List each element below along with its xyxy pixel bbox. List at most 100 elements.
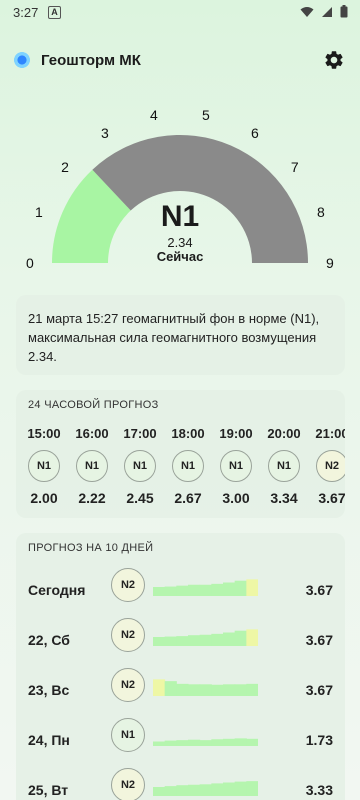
trend-bar (188, 684, 201, 696)
trend-bar (211, 583, 224, 596)
daily-row[interactable]: Сегодня N2 3.67 (16, 568, 345, 618)
trend-bar (176, 585, 189, 596)
daily-row[interactable]: 23, Вс N2 3.67 (16, 668, 345, 718)
trend-bar (199, 740, 212, 746)
daily-value: 3.67 (305, 682, 333, 698)
daily-value: 1.73 (305, 732, 333, 748)
trend-bar (188, 739, 201, 746)
trend-bar (153, 587, 166, 596)
trend-bar (188, 584, 201, 596)
gauge-scale-label: 2 (61, 158, 69, 175)
daily-value: 3.67 (305, 582, 333, 598)
hourly-time: 20:00 (267, 426, 301, 441)
daily-row[interactable]: 24, Пн N1 1.73 (16, 718, 345, 768)
hourly-level-badge: N1 (172, 450, 204, 482)
trend-bar (153, 679, 166, 696)
gauge-scale-label: 7 (290, 158, 299, 175)
trend-bar (153, 637, 166, 646)
hourly-time: 16:00 (75, 426, 109, 441)
trend-bar (246, 629, 258, 646)
app-bar: Геошторм МК (0, 44, 360, 76)
daily-level-badge: N2 (111, 568, 145, 602)
battery-icon (340, 5, 348, 18)
trend-bar (223, 738, 236, 746)
hourly-item[interactable]: 18:00 N1 2.67 (164, 426, 212, 506)
gauge-scale-label: 8 (316, 203, 325, 220)
hourly-forecast-title: 24 ЧАСОВОЙ ПРОГНОЗ (28, 399, 159, 411)
notification-a-icon: A (48, 6, 61, 19)
trend-bar (199, 684, 212, 696)
trend-bar (199, 584, 212, 596)
daily-forecast-title: ПРОГНОЗ НА 10 ДНЕЙ (28, 542, 154, 554)
daily-day: 22, Сб (28, 632, 70, 648)
hourly-item[interactable]: 21:00 N2 3.67 (308, 426, 345, 506)
hourly-forecast-card[interactable]: 24 ЧАСОВОЙ ПРОГНОЗ 15:00 N1 2.00 16:00 N1 2.2… (16, 390, 345, 518)
hourly-item[interactable]: 19:00 N1 3.00 (212, 426, 260, 506)
hourly-value: 3.67 (318, 490, 345, 506)
hourly-level-badge: N1 (220, 450, 252, 482)
daily-day: 24, Пн (28, 732, 70, 748)
hourly-time: 15:00 (27, 426, 61, 441)
navigation-bar (0, 792, 360, 800)
gauge-scale-label: 6 (251, 125, 259, 142)
gauge-level: N1 (160, 200, 200, 233)
daily-level-badge: N1 (111, 718, 145, 752)
hourly-item[interactable]: 17:00 N1 2.45 (116, 426, 164, 506)
trend-bar (164, 586, 177, 596)
gauge-scale-label: 1 (35, 203, 43, 220)
hourly-value: 2.45 (126, 490, 154, 506)
signal-icon (322, 6, 332, 17)
gauge-scale-label: 5 (202, 107, 210, 124)
trend-bar (246, 683, 258, 696)
hourly-value: 2.67 (174, 490, 202, 506)
trend-bar (164, 636, 177, 646)
trend-bar (176, 683, 189, 696)
trend-bar (211, 684, 224, 696)
trend-bar (234, 738, 247, 746)
hourly-item[interactable]: 15:00 N1 2.00 (20, 426, 68, 506)
status-bar: 3:27 A (0, 0, 360, 26)
gauge-scale-label: 3 (101, 125, 109, 142)
trend-bar (246, 738, 258, 746)
trend-bar (188, 635, 201, 646)
daily-row[interactable]: 22, Сб N2 3.67 (16, 618, 345, 668)
daily-trend-bars (153, 679, 258, 696)
settings-gear-icon[interactable] (323, 49, 345, 71)
trend-bar (176, 636, 189, 646)
daily-day: 23, Вс (28, 682, 70, 698)
hourly-item[interactable]: 20:00 N1 3.34 (260, 426, 308, 506)
trend-bar (234, 684, 247, 696)
hourly-level-badge: N1 (268, 450, 300, 482)
hourly-level-badge: N1 (28, 450, 60, 482)
trend-bar (164, 740, 177, 746)
hourly-value: 3.34 (270, 490, 298, 506)
daily-forecast-card[interactable]: ПРОГНОЗ НА 10 ДНЕЙ Сегодня N2 3.67 22, Сб N2… (16, 533, 345, 800)
trend-bar (223, 582, 236, 596)
daily-level-badge: N2 (111, 618, 145, 652)
trend-bar (164, 681, 177, 696)
hourly-item[interactable]: 16:00 N1 2.22 (68, 426, 116, 506)
app-title: Геошторм МК (41, 52, 141, 69)
hourly-value: 2.00 (30, 490, 58, 506)
daily-value: 3.67 (305, 632, 333, 648)
hourly-level-badge: N1 (76, 450, 108, 482)
hourly-value: 3.00 (222, 490, 250, 506)
status-message-text: 21 марта 15:27 геомагнитный фон в норме … (28, 311, 320, 364)
trend-bar (234, 580, 247, 596)
daily-trend-bars (153, 738, 258, 746)
trend-bar (199, 634, 212, 646)
gauge-scale-label: 9 (326, 255, 334, 271)
gauge-scale-label: 4 (149, 107, 158, 124)
trend-bar (223, 684, 236, 696)
trend-bar (234, 630, 247, 646)
gauge-value: 2.34 (167, 235, 193, 250)
daily-trend-bars (153, 629, 258, 646)
hourly-level-badge: N2 (316, 450, 345, 482)
hourly-time: 17:00 (123, 426, 157, 441)
hourly-time: 19:00 (219, 426, 253, 441)
app-logo-icon (13, 51, 31, 69)
daily-day: Сегодня (28, 582, 86, 598)
gauge-caption: Сейчас (156, 249, 204, 264)
status-message-card: 21 марта 15:27 геомагнитный фон в норме … (16, 295, 345, 375)
status-time: 3:27 (13, 5, 39, 20)
